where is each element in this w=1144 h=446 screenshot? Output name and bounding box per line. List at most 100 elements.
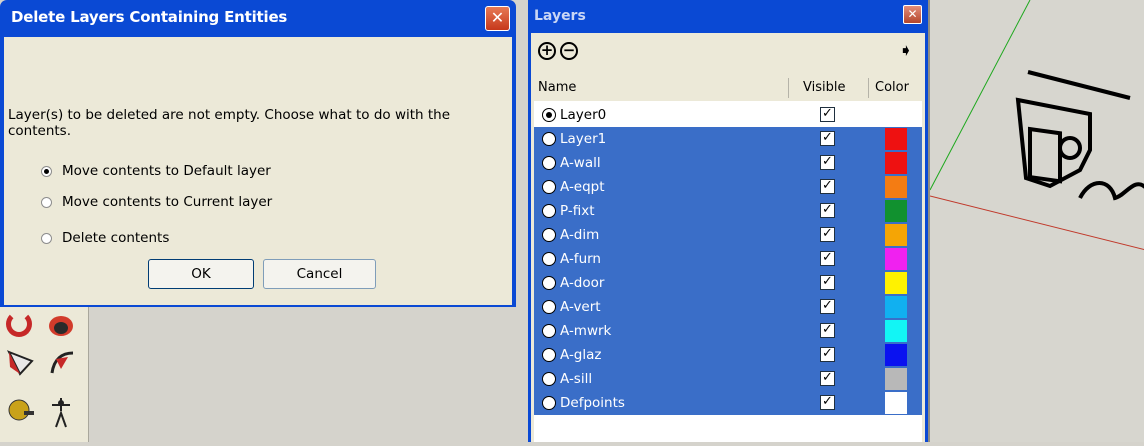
pan-tool-icon[interactable] <box>46 311 82 343</box>
column-header-color[interactable]: Color <box>869 78 922 98</box>
layer-name[interactable]: Defpoints <box>560 395 625 411</box>
dialog-title: Delete Layers Containing Entities <box>11 8 288 26</box>
option-delete-contents[interactable]: Delete contents <box>41 230 169 246</box>
option-move-current[interactable]: Move contents to Current layer <box>41 194 272 210</box>
current-layer-radio[interactable] <box>542 180 556 194</box>
orbit-tool-icon[interactable] <box>6 311 42 343</box>
visible-checkbox[interactable]: ✓ <box>820 299 835 314</box>
layer-row[interactable]: A-mwrk ✓ <box>534 319 922 343</box>
layer-row[interactable]: A-furn ✓ <box>534 247 922 271</box>
layers-panel-body: + − ➧ Name Visible Color Layer0 ✓ Layer1 ✓ A… <box>531 33 925 442</box>
layer-color-swatch[interactable] <box>885 152 907 174</box>
dialog-close-button[interactable]: ✕ <box>485 6 510 31</box>
layer-name[interactable]: Layer0 <box>560 107 606 123</box>
option-label: Delete contents <box>62 230 170 246</box>
layers-close-button[interactable]: ✕ <box>903 5 922 24</box>
layer-color-swatch[interactable] <box>885 296 907 318</box>
dialog-body: Layer(s) to be deleted are not empty. Ch… <box>4 37 512 305</box>
layer-row[interactable]: A-wall ✓ <box>534 151 922 175</box>
layer-name[interactable]: Layer1 <box>560 131 606 147</box>
layer-color-swatch[interactable] <box>885 200 907 222</box>
add-layer-button[interactable]: + <box>538 42 556 60</box>
layer-name[interactable]: A-mwrk <box>560 323 611 339</box>
layer-row[interactable]: Layer1 ✓ <box>534 127 922 151</box>
layer-color-swatch[interactable] <box>885 176 907 198</box>
radio-icon[interactable] <box>41 232 52 244</box>
layer-name[interactable]: A-vert <box>560 299 601 315</box>
layer-name[interactable]: A-wall <box>560 155 601 171</box>
layers-panel-title: Layers <box>534 8 586 24</box>
layer-row[interactable]: A-glaz ✓ <box>534 343 922 367</box>
walk-tool-icon[interactable] <box>6 347 42 379</box>
layer-name[interactable]: A-door <box>560 275 604 291</box>
drawing-viewport[interactable] <box>928 0 1144 442</box>
layer-color-swatch[interactable] <box>885 368 907 390</box>
tape-measure-tool-icon[interactable] <box>6 395 42 427</box>
tool-palette <box>0 305 89 442</box>
visible-checkbox[interactable]: ✓ <box>820 155 835 170</box>
plus-circle-icon: + <box>540 41 554 59</box>
layer-row[interactable]: Layer0 ✓ <box>534 103 922 127</box>
dialog-message: Layer(s) to be deleted are not empty. Ch… <box>8 107 451 139</box>
layer-name[interactable]: A-sill <box>560 371 592 387</box>
layer-list: Layer0 ✓ Layer1 ✓ A-wall ✓ A-eqpt ✓ P-fixt ✓ A-dim… <box>534 101 922 442</box>
layer-color-swatch[interactable] <box>885 320 907 342</box>
current-layer-radio[interactable] <box>542 156 556 170</box>
current-layer-radio[interactable] <box>542 348 556 362</box>
layer-color-swatch[interactable] <box>885 128 907 150</box>
layer-row[interactable]: A-eqpt ✓ <box>534 175 922 199</box>
delete-layers-dialog: Delete Layers Containing Entities ✕ Laye… <box>0 0 516 307</box>
layer-color-swatch[interactable] <box>885 248 907 270</box>
visible-checkbox[interactable]: ✓ <box>820 347 835 362</box>
visible-checkbox[interactable]: ✓ <box>820 179 835 194</box>
cancel-button[interactable]: Cancel <box>263 259 376 289</box>
layer-name[interactable]: A-eqpt <box>560 179 605 195</box>
current-layer-radio[interactable] <box>542 276 556 290</box>
visible-checkbox[interactable]: ✓ <box>820 371 835 386</box>
current-layer-radio[interactable] <box>542 372 556 386</box>
layer-name[interactable]: A-dim <box>560 227 599 243</box>
current-layer-radio[interactable] <box>542 300 556 314</box>
current-layer-radio[interactable] <box>542 132 556 146</box>
layer-color-swatch[interactable] <box>885 392 907 414</box>
current-layer-radio[interactable] <box>542 396 556 410</box>
column-header-visible[interactable]: Visible <box>789 78 869 98</box>
visible-checkbox[interactable]: ✓ <box>820 227 835 242</box>
visible-checkbox[interactable]: ✓ <box>820 131 835 146</box>
details-arrow-icon: ➧ <box>898 41 913 61</box>
visible-checkbox[interactable]: ✓ <box>820 395 835 410</box>
layer-row[interactable]: A-door ✓ <box>534 271 922 295</box>
look-around-tool-icon[interactable] <box>46 347 82 379</box>
visible-checkbox[interactable]: ✓ <box>820 203 835 218</box>
layer-color-swatch[interactable] <box>885 104 907 126</box>
layers-panel: Layers ✕ + − ➧ Name Visible Color Layer0… <box>528 0 928 442</box>
visible-checkbox[interactable]: ✓ <box>820 251 835 266</box>
column-header-name[interactable]: Name <box>534 78 789 98</box>
delete-layer-button[interactable]: − <box>560 42 578 60</box>
radio-icon[interactable] <box>41 165 52 177</box>
visible-checkbox[interactable]: ✓ <box>820 107 835 122</box>
current-layer-radio[interactable] <box>542 252 556 266</box>
layer-row[interactable]: A-dim ✓ <box>534 223 922 247</box>
layer-name[interactable]: P-fixt <box>560 203 595 219</box>
details-button[interactable]: ➧ <box>899 41 913 61</box>
layer-name[interactable]: A-furn <box>560 251 601 267</box>
layer-color-swatch[interactable] <box>885 224 907 246</box>
visible-checkbox[interactable]: ✓ <box>820 323 835 338</box>
layer-row[interactable]: P-fixt ✓ <box>534 199 922 223</box>
layer-color-swatch[interactable] <box>885 344 907 366</box>
visible-checkbox[interactable]: ✓ <box>820 275 835 290</box>
layer-row[interactable]: A-vert ✓ <box>534 295 922 319</box>
layer-row[interactable]: A-sill ✓ <box>534 367 922 391</box>
layer-row[interactable]: Defpoints ✓ <box>534 391 922 415</box>
current-layer-radio[interactable] <box>542 204 556 218</box>
ok-button[interactable]: OK <box>148 259 254 289</box>
radio-icon[interactable] <box>41 196 52 208</box>
current-layer-radio[interactable] <box>542 324 556 338</box>
dimension-tool-icon[interactable] <box>46 395 82 428</box>
layer-name[interactable]: A-glaz <box>560 347 602 363</box>
layer-color-swatch[interactable] <box>885 272 907 294</box>
option-move-default[interactable]: Move contents to Default layer <box>41 163 271 179</box>
current-layer-radio[interactable] <box>542 108 556 122</box>
current-layer-radio[interactable] <box>542 228 556 242</box>
